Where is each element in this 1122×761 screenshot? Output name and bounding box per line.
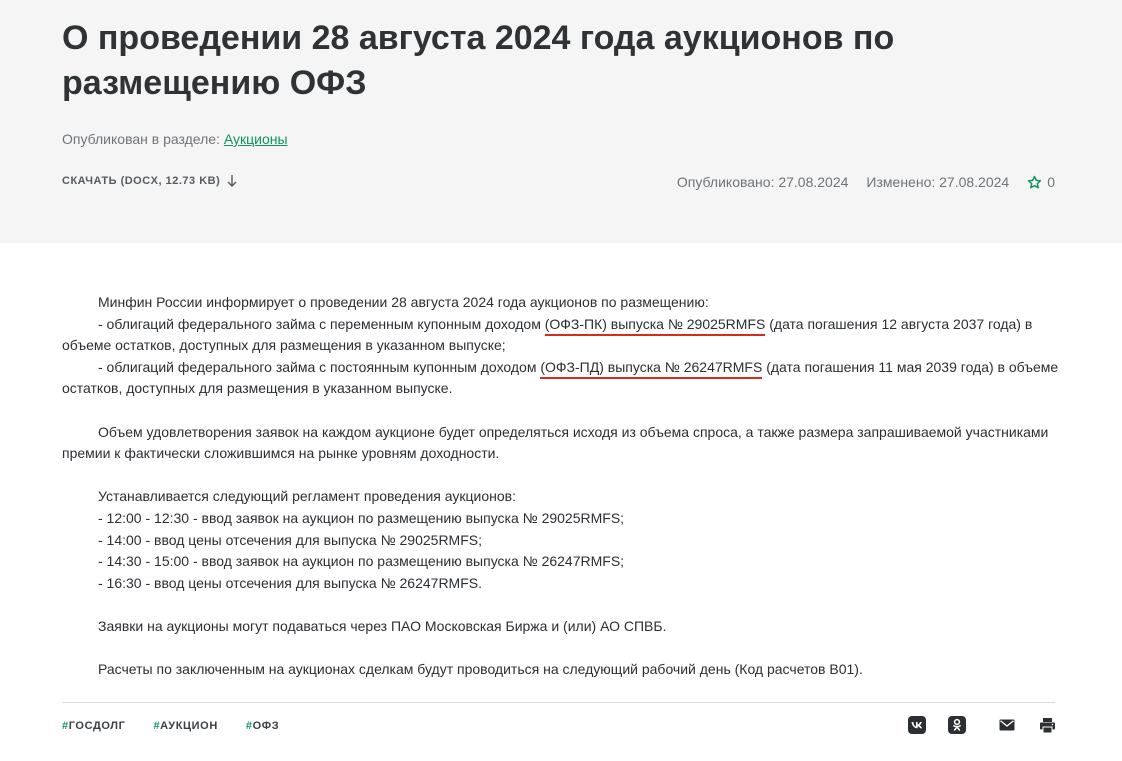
bond-item-2: - облигаций федерального займа с постоян… <box>62 358 1059 397</box>
article-meta: Опубликовано: 27.08.2024 Изменено: 27.08… <box>677 173 1055 191</box>
page-title: О проведении 28 августа 2024 года аукцио… <box>62 19 895 102</box>
tag-auction[interactable]: #АУКЦИОН <box>153 718 231 734</box>
schedule-title: Устанавливается следующий регламент пров… <box>98 488 516 505</box>
tag-gosdolg[interactable]: #ГОСДОЛГ <box>62 718 139 734</box>
tag-ofz[interactable]: #ОФЗ <box>246 718 293 734</box>
vk-icon[interactable] <box>908 716 926 734</box>
schedule-item: - 16:30 - ввод цены отсечения для выпуск… <box>98 574 483 591</box>
mail-icon[interactable] <box>998 716 1016 734</box>
share-bar <box>908 716 1056 734</box>
download-button[interactable]: СКАЧАТЬ (DOCX, 12.73 KB) <box>62 173 238 189</box>
article-body: Минфин России информирует о проведении 2… <box>62 292 1062 681</box>
star-icon <box>1028 175 1042 188</box>
schedule-item: - 14:00 - ввод цены отсечения для выпуск… <box>98 531 483 548</box>
tag-list: #ГОСДОЛГ #АУКЦИОН #ОФЗ <box>62 718 307 734</box>
download-label: СКАЧАТЬ (DOCX, 12.73 KB) <box>62 175 221 187</box>
article-paragraph-4: Заявки на аукционы могут подаваться чере… <box>98 617 667 634</box>
article-paragraph-5: Расчеты по заключенным на аукционах сдел… <box>98 661 863 678</box>
published-date: Опубликовано: 27.08.2024 <box>676 174 849 190</box>
download-arrow-icon <box>227 175 237 187</box>
section-link[interactable]: Аукционы <box>224 131 288 147</box>
section-info: Опубликован в разделе: Аукционы <box>62 130 288 148</box>
bond-highlight-1: (ОФЗ-ПК) выпуска № 29025RMFS <box>544 315 766 336</box>
schedule-item: - 12:00 - 12:30 - ввод заявок на аукцион… <box>98 509 625 526</box>
schedule-item: - 14:30 - 15:00 - ввод заявок на аукцион… <box>98 553 625 570</box>
article-intro: Минфин России информирует о проведении 2… <box>98 294 709 310</box>
favorites-count: 0 <box>1047 174 1055 190</box>
section-prefix: Опубликован в разделе: <box>62 131 220 147</box>
footer-divider <box>62 702 1055 703</box>
article-paragraph-2: Объем удовлетворения заявок на каждом ау… <box>62 423 1049 462</box>
odnoklassniki-icon[interactable] <box>948 716 966 734</box>
favorite-button[interactable]: 0 <box>1027 173 1055 191</box>
article-header: О проведении 28 августа 2024 года аукцио… <box>0 0 1122 243</box>
bond-item-1: - облигаций федерального займа с перемен… <box>62 315 1033 354</box>
bond-highlight-2: (ОФЗ-ПД) выпуска № 26247RMFS <box>540 358 763 379</box>
modified-date: Изменено: 27.08.2024 <box>866 174 1010 190</box>
print-icon[interactable] <box>1038 716 1056 734</box>
